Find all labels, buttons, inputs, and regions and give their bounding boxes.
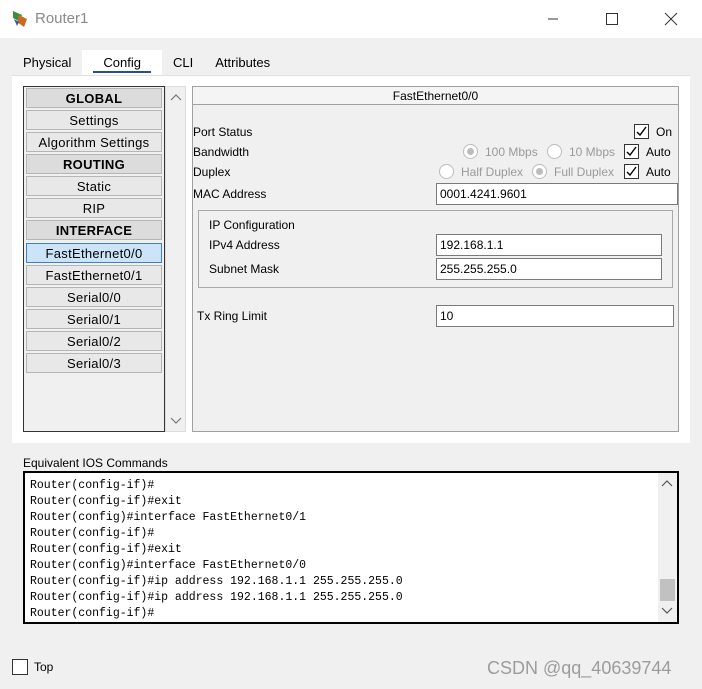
ios-commands-console[interactable]: Router(config-if)# Router(config-if)#exi…: [23, 471, 679, 624]
watermark-text: CSDN @qq_40639744: [487, 658, 672, 678]
checkmark-icon: [636, 126, 647, 137]
nav-item-serial0-1[interactable]: Serial0/1: [26, 309, 162, 329]
mac-address-label: MAC Address: [193, 187, 267, 201]
bandwidth-10-label: 10 Mbps: [569, 145, 616, 159]
top-checkbox[interactable]: [12, 659, 28, 675]
console-line: Router(config-if)#: [30, 479, 155, 492]
top-label: Top: [34, 660, 54, 674]
maximize-button[interactable]: [589, 0, 635, 38]
ip-configuration-label: IP Configuration: [209, 218, 295, 232]
tab-physical[interactable]: Physical: [12, 50, 82, 76]
nav-scrollbar[interactable]: [165, 86, 186, 432]
nav-item-serial0-0[interactable]: Serial0/0: [26, 287, 162, 307]
subnet-mask-label: Subnet Mask: [209, 262, 280, 276]
window-title: Router1: [35, 10, 89, 27]
bandwidth-100-label: 100 Mbps: [485, 145, 538, 159]
half-duplex-label: Half Duplex: [461, 165, 524, 179]
port-status-on-label: On: [656, 125, 673, 139]
nav-item-fastethernet0-1[interactable]: FastEthernet0/1: [26, 265, 162, 285]
bandwidth-10-radio[interactable]: [547, 144, 562, 159]
subnet-mask-input[interactable]: 255.255.255.0: [436, 258, 662, 280]
config-nav-list: GLOBAL Settings Algorithm Settings ROUTI…: [23, 86, 165, 432]
nav-item-algorithm-settings[interactable]: Algorithm Settings: [26, 132, 162, 152]
duplex-auto-label: Auto: [646, 165, 671, 179]
close-icon: [664, 12, 678, 26]
console-scroll-thumb[interactable]: [660, 579, 675, 601]
interface-title: FastEthernet0/0: [193, 87, 678, 105]
nav-item-rip[interactable]: RIP: [26, 198, 162, 218]
nav-header-routing: ROUTING: [26, 154, 162, 174]
port-status-checkbox[interactable]: [634, 124, 649, 139]
scroll-up-icon[interactable]: [661, 479, 673, 487]
nav-header-global: GLOBAL: [26, 88, 162, 108]
scroll-down-icon[interactable]: [170, 417, 182, 425]
tab-attributes[interactable]: Attributes: [204, 50, 281, 76]
title-bar: Router1: [0, 0, 702, 38]
console-scrollbar[interactable]: [658, 473, 677, 622]
console-line: Router(config-if)#ip address 192.168.1.1…: [30, 591, 403, 604]
bandwidth-label: Bandwidth: [193, 145, 250, 159]
checkmark-icon: [626, 146, 637, 157]
maximize-icon: [606, 13, 618, 25]
close-button[interactable]: [648, 0, 694, 38]
tab-cli[interactable]: CLI: [162, 50, 204, 76]
ipv4-address-input[interactable]: 192.168.1.1: [436, 234, 662, 256]
console-line: Router(config-if)#exit: [30, 495, 182, 508]
port-status-label: Port Status: [193, 125, 253, 139]
half-duplex-radio[interactable]: [439, 164, 454, 179]
nav-item-static[interactable]: Static: [26, 176, 162, 196]
console-line: Router(config)#interface FastEthernet0/1: [30, 511, 307, 524]
router-app-icon: [13, 11, 27, 27]
nav-header-interface: INTERFACE: [26, 220, 162, 240]
nav-item-serial0-2[interactable]: Serial0/2: [26, 331, 162, 351]
scroll-up-icon[interactable]: [170, 93, 182, 101]
console-line: Router(config-if)#: [30, 607, 155, 620]
minimize-button[interactable]: [530, 0, 576, 38]
duplex-auto-checkbox[interactable]: [624, 164, 639, 179]
full-duplex-radio[interactable]: [532, 164, 547, 179]
checkmark-icon: [626, 166, 637, 177]
ipv4-address-label: IPv4 Address: [209, 238, 280, 252]
full-duplex-label: Full Duplex: [554, 165, 615, 179]
nav-item-serial0-3[interactable]: Serial0/3: [26, 353, 162, 373]
tx-ring-limit-label: Tx Ring Limit: [197, 309, 268, 323]
bandwidth-100-radio[interactable]: [463, 144, 478, 159]
minimize-icon: [548, 18, 558, 20]
nav-item-settings[interactable]: Settings: [26, 110, 162, 130]
bandwidth-auto-checkbox[interactable]: [624, 144, 639, 159]
tab-bar: Physical Config CLI Attributes: [12, 50, 281, 76]
nav-item-fastethernet0-0[interactable]: FastEthernet0/0: [26, 243, 162, 263]
console-line: Router(config-if)#exit: [30, 543, 182, 556]
console-line: Router(config-if)#: [30, 527, 155, 540]
bandwidth-auto-label: Auto: [646, 145, 671, 159]
duplex-label: Duplex: [193, 165, 231, 179]
tab-config[interactable]: Config: [82, 50, 162, 76]
console-line: Router(config-if)#ip address 192.168.1.1…: [30, 575, 403, 588]
ios-commands-label: Equivalent IOS Commands: [23, 456, 168, 470]
console-line: Router(config)#interface FastEthernet0/0: [30, 559, 307, 572]
scroll-down-icon[interactable]: [661, 607, 673, 615]
tx-ring-limit-input[interactable]: 10: [436, 305, 674, 327]
mac-address-input[interactable]: 0001.4241.9601: [436, 183, 678, 205]
